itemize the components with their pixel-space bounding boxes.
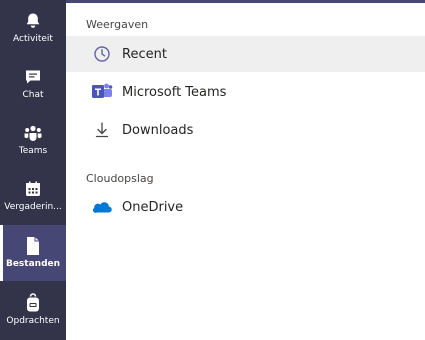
rail-item-label: Opdrachten [6, 316, 60, 326]
rail-item-activity[interactable]: Activiteit [0, 0, 66, 56]
rail-item-label: Vergaderin... [4, 202, 62, 212]
nav-item-recent[interactable]: Recent [66, 36, 425, 72]
section-title-views: Weergaven [86, 18, 149, 31]
nav-item-onedrive[interactable]: OneDrive [66, 189, 425, 225]
download-icon [91, 119, 113, 141]
section-title-cloud-storage: Cloudopslag [86, 172, 154, 185]
file-icon [23, 236, 43, 256]
teams-people-icon [23, 123, 43, 143]
nav-item-label: Recent [122, 46, 167, 62]
nav-item-label: OneDrive [122, 199, 184, 215]
rail-item-label: Chat [22, 90, 44, 100]
calendar-icon [23, 179, 43, 199]
rail-item-teams[interactable]: Teams [0, 112, 66, 168]
rail-item-label: Teams [18, 146, 48, 156]
clock-icon [91, 43, 113, 65]
rail-item-label: Activiteit [13, 34, 53, 44]
files-panel: Weergaven Recent Microsoft Teams Downloa… [66, 3, 425, 340]
chat-icon [23, 67, 43, 87]
rail-item-chat[interactable]: Chat [0, 56, 66, 112]
nav-item-microsoft-teams[interactable]: Microsoft Teams [66, 74, 425, 110]
teams-files-window: Activiteit Chat Teams Vergaderin... Best… [0, 0, 425, 340]
microsoft-teams-icon [91, 81, 113, 103]
nav-item-downloads[interactable]: Downloads [66, 112, 425, 148]
rail-item-files[interactable]: Bestanden [0, 225, 66, 281]
app-rail: Activiteit Chat Teams Vergaderin... Best… [0, 0, 66, 340]
rail-item-meetings[interactable]: Vergaderin... [0, 168, 66, 224]
backpack-icon [23, 293, 43, 313]
rail-item-label: Bestanden [5, 259, 61, 269]
nav-item-label: Downloads [122, 122, 194, 138]
nav-item-label: Microsoft Teams [122, 84, 227, 100]
rail-item-assignments[interactable]: Opdrachten [0, 282, 66, 338]
onedrive-icon [91, 196, 113, 218]
bell-icon [23, 11, 43, 31]
